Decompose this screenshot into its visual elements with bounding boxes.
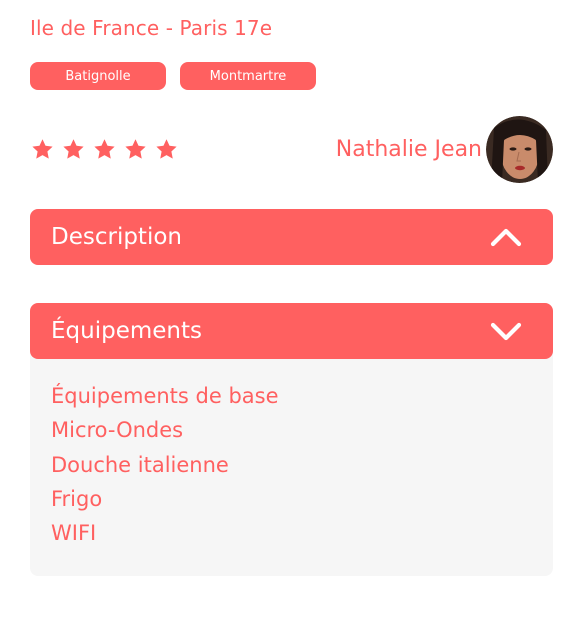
tag-montmartre[interactable]: Montmartre [180,62,316,90]
star-icon [30,137,55,162]
tag-batignolle[interactable]: Batignolle [30,62,166,90]
equipments-list: Équipements de base Micro-Ondes Douche i… [51,379,532,550]
chevron-down-icon[interactable] [489,320,523,342]
list-item: Douche italienne [51,452,229,477]
description-toggle[interactable]: Description [30,209,553,265]
chevron-up-icon[interactable] [489,226,523,248]
description-title: Description [51,224,182,250]
equipments-panel: Équipements de base Micro-Ondes Douche i… [30,351,553,577]
host-name: Nathalie Jean [335,137,482,162]
host-info: Nathalie Jean [336,116,553,183]
equipments-collapse: Équipements Équipements de base Micro-On… [30,303,553,577]
list-item: Frigo [51,486,103,511]
location-text: Ile de France - Paris 17e [30,16,273,40]
description-collapse: Description [30,209,553,265]
star-icon [123,137,148,162]
equipments-toggle[interactable]: Équipements [30,303,553,359]
rating-stars [30,137,179,162]
star-icon [92,137,117,162]
tags-list: Batignolle Montmartre [30,62,316,90]
star-icon [61,137,86,162]
list-item: Micro-Ondes [51,418,184,443]
equipments-title: Équipements [51,318,202,344]
list-item: Équipements de base [51,384,279,408]
star-icon [154,137,179,162]
list-item: WIFI [51,521,97,546]
host-avatar [486,116,553,183]
